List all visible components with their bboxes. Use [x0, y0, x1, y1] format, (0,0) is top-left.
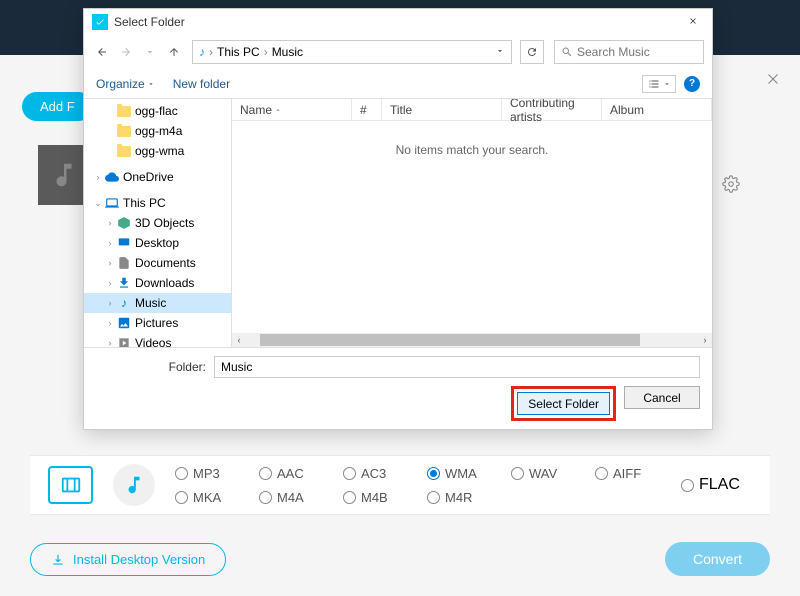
tree-node-downloads[interactable]: ›Downloads: [84, 273, 231, 293]
tree-node-pictures[interactable]: ›Pictures: [84, 313, 231, 333]
folder-field-label: Folder:: [96, 360, 206, 374]
address-dropdown-icon[interactable]: [495, 45, 505, 59]
dialog-titlebar: Select Folder: [84, 9, 712, 35]
nav-up-button[interactable]: [164, 42, 184, 62]
new-folder-button[interactable]: New folder: [173, 77, 230, 91]
help-button[interactable]: ?: [684, 76, 700, 92]
music-icon: ♪: [199, 45, 205, 59]
breadcrumb-root[interactable]: This PC: [217, 45, 260, 59]
dialog-close-button[interactable]: [682, 13, 704, 31]
audio-mode-icon[interactable]: [113, 464, 155, 506]
format-selector-panel: MP3 AAC AC3 WMA WAV AIFF MKA M4A M4B M4R…: [30, 455, 770, 515]
empty-message: No items match your search.: [232, 121, 712, 157]
format-wav[interactable]: WAV: [511, 466, 595, 481]
format-mka[interactable]: MKA: [175, 490, 259, 505]
format-m4b[interactable]: M4B: [343, 490, 427, 505]
select-folder-dialog: Select Folder ♪ › This PC › Music Organi…: [83, 8, 713, 430]
nav-history-dropdown[interactable]: [140, 42, 160, 62]
file-list-pane: Name # Title Contributing artists Album …: [232, 99, 712, 347]
convert-button[interactable]: Convert: [665, 542, 770, 576]
column-title[interactable]: Title: [382, 99, 502, 120]
panel-close-icon[interactable]: [764, 70, 782, 93]
tree-node-videos[interactable]: ›Videos: [84, 333, 231, 347]
scroll-right-arrow[interactable]: ›: [698, 335, 712, 345]
scrollbar-thumb[interactable]: [260, 334, 640, 346]
format-flac[interactable]: FLAC: [681, 476, 740, 494]
scroll-left-arrow[interactable]: ‹: [232, 335, 246, 345]
refresh-button[interactable]: [520, 40, 544, 64]
select-folder-button[interactable]: Select Folder: [517, 392, 610, 415]
tree-node-desktop[interactable]: ›Desktop: [84, 233, 231, 253]
video-mode-icon[interactable]: [48, 466, 93, 504]
format-m4a[interactable]: M4A: [259, 490, 343, 505]
tree-node-ogg-wma[interactable]: ogg-wma: [84, 141, 231, 161]
column-album[interactable]: Album: [602, 99, 712, 120]
highlight-annotation: Select Folder: [511, 386, 616, 421]
dialog-title: Select Folder: [114, 15, 185, 29]
tree-node-music[interactable]: ›♪Music: [84, 293, 231, 313]
folder-name-input[interactable]: [214, 356, 700, 378]
folder-tree: ogg-flac ogg-m4a ogg-wma ›OneDrive ⌄This…: [84, 99, 232, 347]
dialog-navbar: ♪ › This PC › Music: [84, 35, 712, 69]
install-desktop-button[interactable]: Install Desktop Version: [30, 543, 226, 576]
tree-node-documents[interactable]: ›Documents: [84, 253, 231, 273]
column-artists[interactable]: Contributing artists: [502, 99, 602, 120]
tree-node-this-pc[interactable]: ⌄This PC: [84, 193, 231, 213]
organize-menu[interactable]: Organize: [96, 77, 155, 91]
column-headers: Name # Title Contributing artists Album: [232, 99, 712, 121]
search-icon: [561, 46, 573, 58]
column-name[interactable]: Name: [232, 99, 352, 120]
format-aac[interactable]: AAC: [259, 466, 343, 481]
nav-forward-button[interactable]: [116, 42, 136, 62]
tree-node-ogg-m4a[interactable]: ogg-m4a: [84, 121, 231, 141]
format-wma[interactable]: WMA: [427, 466, 511, 481]
format-ac3[interactable]: AC3: [343, 466, 427, 481]
format-m4r[interactable]: M4R: [427, 490, 511, 505]
dialog-toolbar: Organize New folder ?: [84, 69, 712, 99]
search-input-wrapper: [554, 40, 704, 64]
tree-node-onedrive[interactable]: ›OneDrive: [84, 167, 231, 187]
tree-node-3d-objects[interactable]: › 3D Objects: [84, 213, 231, 233]
settings-icon[interactable]: [722, 175, 740, 198]
address-bar[interactable]: ♪ › This PC › Music: [192, 40, 512, 64]
app-logo-icon: [92, 14, 108, 30]
view-options-button[interactable]: [642, 75, 676, 93]
search-input[interactable]: [577, 45, 697, 59]
nav-back-button[interactable]: [92, 42, 112, 62]
format-aiff[interactable]: AIFF: [595, 466, 679, 481]
horizontal-scrollbar[interactable]: ‹ ›: [232, 333, 712, 347]
format-mp3[interactable]: MP3: [175, 466, 259, 481]
cancel-button[interactable]: Cancel: [624, 386, 700, 409]
breadcrumb-current[interactable]: Music: [272, 45, 303, 59]
dialog-footer: Folder: Select Folder Cancel: [84, 347, 712, 429]
column-num[interactable]: #: [352, 99, 382, 120]
tree-node-ogg-flac[interactable]: ogg-flac: [84, 101, 231, 121]
